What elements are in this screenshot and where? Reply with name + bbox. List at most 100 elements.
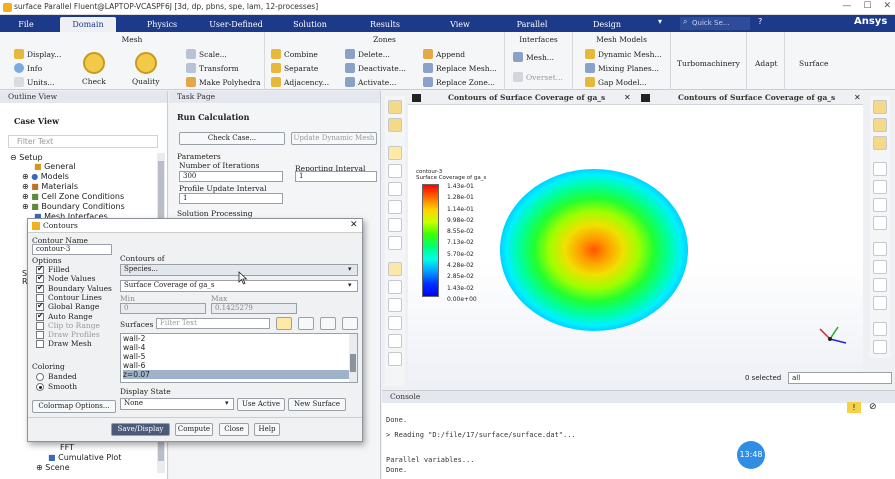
layers-icon[interactable] [873,100,887,114]
tree-boundary-conditions[interactable]: ⊕ ■ Boundary Conditions [22,202,125,211]
lights-icon[interactable] [873,198,887,212]
deselect-all-icon[interactable] [342,317,358,330]
transform-button[interactable]: Transform [186,63,239,73]
clear-console-icon[interactable]: ⊘ [869,402,877,412]
surface-item-selected[interactable]: z=0.07 [123,370,357,379]
maximize-icon[interactable]: ☐ [863,1,871,11]
undo-view-icon[interactable] [873,216,887,230]
compute-button[interactable]: Compute [175,423,213,436]
close-button[interactable]: Close [219,423,249,436]
smooth-radio[interactable] [36,383,44,391]
iterations-input[interactable]: 300 [179,171,283,182]
delete-button[interactable]: Delete... [345,49,390,59]
option-checkbox[interactable] [36,340,44,349]
probe-icon[interactable] [388,236,402,250]
minimize-icon[interactable]: — [842,1,851,11]
globe-icon[interactable] [873,136,887,150]
fit-to-window-icon[interactable] [388,262,402,276]
tree-models[interactable]: ⊕ ● Models [22,172,69,181]
page-icon[interactable] [873,322,887,336]
zoom-icon[interactable] [388,200,402,214]
tab-parallel[interactable]: Parallel [506,17,558,32]
tree-cumulative-plot[interactable]: ■ Cumulative Plot [48,453,121,462]
camera-icon[interactable] [388,352,402,366]
list-icon[interactable] [873,296,887,310]
append-button[interactable]: Append [423,49,465,59]
tree-materials[interactable]: ⊕ ■ Materials [22,182,78,191]
selection-filter-select[interactable]: all [788,372,892,384]
scale-button[interactable]: Scale... [186,49,227,59]
display-button[interactable]: Display... [14,49,61,59]
option-checkbox[interactable] [36,283,44,293]
surface-item[interactable]: wall-2 [123,334,357,343]
console-output[interactable]: Done. > Reading "D:/file/17/surface/surf… [386,415,576,475]
report-icon[interactable] [873,278,887,292]
view-eye-alt-icon[interactable] [873,180,887,194]
pointer-icon[interactable] [388,146,402,160]
close-icon[interactable]: ✕ [883,1,891,11]
turbomachinery-button[interactable]: Turbomachinery [677,59,740,68]
deactivate-button[interactable]: Deactivate... [345,63,406,73]
check-all-icon[interactable] [320,317,336,330]
surface-button[interactable]: Surface [799,59,828,68]
profile-update-input[interactable]: 1 [179,193,283,204]
replace-zone-button[interactable]: Replace Zone... [423,77,495,87]
tree-scene[interactable]: ⊕ Scene [36,463,70,472]
close-tab-icon[interactable]: ✕ [854,93,861,102]
zoom-in-icon[interactable] [388,280,402,294]
surfaces-scrollbar[interactable] [349,334,357,382]
reporting-interval-input[interactable]: 1 [295,171,377,182]
tab-view[interactable]: View [440,17,480,32]
tab-results[interactable]: Results [360,17,410,32]
tree-setup[interactable]: ⊖ Setup [10,153,43,162]
quality-button[interactable]: Quality [132,52,160,86]
tab-file[interactable]: File [4,17,48,32]
display-state-select[interactable]: None [120,398,234,410]
warning-icon[interactable]: ! [847,402,861,413]
pan-icon[interactable] [388,182,402,196]
view-eye-icon[interactable] [873,162,887,176]
option-checkbox[interactable] [36,321,44,330]
outline-filter-input[interactable]: Filter Text [8,135,158,148]
info-button[interactable]: Info [14,63,42,73]
split-view-icon[interactable] [873,340,887,354]
tab-physics[interactable]: Physics [136,17,188,32]
close-tab-icon[interactable]: ✕ [624,93,631,102]
axes-icon[interactable] [388,334,402,348]
separate-button[interactable]: Separate [271,63,318,73]
dynamic-mesh-button[interactable]: Dynamic Mesh... [585,49,662,59]
rotate-icon[interactable] [388,164,402,178]
list-options-icon[interactable] [298,317,314,330]
tab-design[interactable]: Design [582,17,632,32]
quick-search-input[interactable]: Quick Se... [680,17,750,30]
surface-item[interactable]: wall-4 [123,343,357,352]
new-surface-button[interactable]: New Surface [288,398,346,411]
stack-icon[interactable] [873,118,887,132]
check-case-button[interactable]: Check Case... [179,132,285,145]
surfaces-list[interactable]: wall-2 wall-4 wall-5 wall-6 z=0.07 [120,333,358,383]
check-button[interactable]: Check [82,52,106,86]
mixing-planes-button[interactable]: Mixing Planes... [585,63,659,73]
zoom-out-icon[interactable] [388,298,402,312]
activate-button[interactable]: Activate... [345,77,396,87]
max-input[interactable]: 0.1425279 [211,303,297,314]
option-checkbox[interactable] [36,311,44,321]
graphics-tab-1[interactable]: Contours of Surface Coverage of ga_s [448,91,605,105]
adapt-button[interactable]: Adapt [755,59,778,68]
graphics-window[interactable]: Contours of Surface Coverage of ga_s ✕ C… [408,91,892,387]
surface-item[interactable]: wall-5 [123,352,357,361]
help-icon[interactable]: ? [758,17,762,26]
zoom-box-icon[interactable] [388,218,402,232]
overset-button[interactable]: Overset... [513,72,563,82]
graphics-tab-2[interactable]: Contours of Surface Coverage of ga_s [678,91,835,105]
surface-item[interactable]: wall-6 [123,361,357,370]
adjacency-button[interactable]: Adjacency... [271,77,329,87]
tree-general[interactable]: ■ General [34,162,76,171]
use-active-button[interactable]: Use Active [237,398,285,411]
contour-name-input[interactable]: contour-3 [32,244,112,255]
interfaces-mesh-button[interactable]: Mesh... [513,52,554,62]
update-dynamic-mesh-button[interactable]: Update Dynamic Mesh [291,132,377,145]
select-all-icon[interactable] [276,317,292,330]
chart-alt-icon[interactable] [873,260,887,274]
save-display-button[interactable]: Save/Display [111,423,170,436]
